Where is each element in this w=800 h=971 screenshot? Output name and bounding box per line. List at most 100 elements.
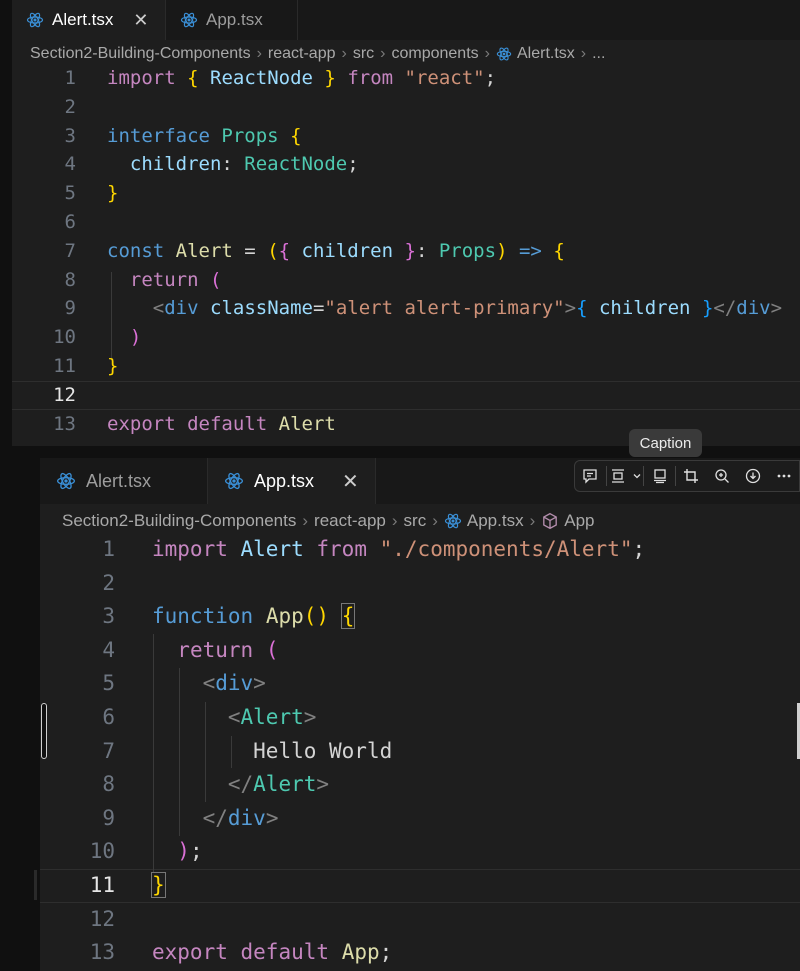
- chevron-right-icon: ›: [391, 511, 398, 530]
- crop-icon[interactable]: [676, 461, 707, 491]
- code-text: import Alert from "./components/Alert";: [152, 537, 646, 561]
- chevron-right-icon: ›: [380, 45, 386, 62]
- react-icon: [224, 471, 244, 491]
- code-text: <div>: [202, 671, 266, 696]
- line-number: 2: [64, 95, 76, 118]
- line-number: 12: [89, 906, 115, 931]
- code-text: export default App;: [152, 940, 393, 965]
- line-number: 3: [102, 604, 115, 629]
- line-number: 13: [89, 940, 115, 965]
- code-line[interactable]: 2: [40, 567, 800, 601]
- indent-guide: [205, 702, 206, 802]
- tab-label: App.tsx: [254, 470, 315, 491]
- code-area[interactable]: 1 import { ReactNode } from "react"; 2 3 i…: [12, 64, 800, 438]
- code-line-current[interactable]: 12: [12, 381, 800, 410]
- code-line[interactable]: 7 Hello World: [40, 735, 800, 769]
- scrollbar-handle[interactable]: [41, 703, 47, 759]
- code-line[interactable]: 7 const Alert = ({ children }: Props) => …: [12, 237, 800, 266]
- editor-app-tsx: Alert.tsx App.tsx ✕ Section2-Building-Co…: [40, 458, 800, 971]
- code-line[interactable]: 4 return (: [40, 634, 800, 668]
- tab-label: Alert.tsx: [86, 470, 152, 491]
- code-line[interactable]: 6: [12, 208, 800, 237]
- chevron-down-icon[interactable]: [630, 461, 643, 491]
- tab-app-tsx[interactable]: App.tsx: [166, 0, 298, 40]
- line-number: 4: [64, 153, 76, 176]
- line-number: 9: [64, 297, 76, 320]
- close-icon[interactable]: ✕: [133, 10, 148, 31]
- code-line[interactable]: 11}: [12, 352, 800, 381]
- code-line[interactable]: 10 ): [12, 323, 800, 352]
- caption-icon[interactable]: [644, 461, 675, 491]
- chevron-right-icon: ›: [302, 511, 309, 530]
- line-number: 8: [64, 268, 76, 291]
- zoom-in-icon[interactable]: [707, 461, 738, 491]
- code-text: interface Props {: [107, 124, 302, 147]
- chevron-right-icon: ›: [256, 45, 262, 62]
- code-line[interactable]: 5 <div>: [40, 667, 800, 701]
- code-line[interactable]: 10 );: [40, 835, 800, 869]
- code-line[interactable]: 5}: [12, 179, 800, 208]
- code-text: ): [129, 326, 142, 349]
- line-number: 6: [64, 210, 76, 233]
- code-line[interactable]: 1 import { ReactNode } from "react";: [12, 64, 800, 93]
- code-area[interactable]: 1 import Alert from "./components/Alert";…: [40, 533, 800, 970]
- line-number: 11: [89, 872, 115, 897]
- code-line[interactable]: 9 <div className="alert alert-primary">{…: [12, 294, 800, 323]
- chevron-right-icon: ›: [484, 45, 490, 62]
- tab-alert-tsx[interactable]: Alert.tsx ✕: [12, 0, 166, 40]
- caption-tooltip: Caption: [629, 429, 702, 457]
- gutter-edge: [34, 870, 37, 900]
- close-icon[interactable]: ✕: [342, 469, 359, 494]
- code-line[interactable]: 9 </div>: [40, 802, 800, 836]
- breadcrumb-item[interactable]: App.tsx: [467, 511, 524, 531]
- code-text: <div className="alert alert-primary">{ c…: [152, 297, 783, 320]
- breadcrumb-item[interactable]: Alert.tsx: [517, 45, 575, 63]
- line-number: 5: [64, 182, 76, 205]
- breadcrumb-item[interactable]: Section2-Building-Components: [30, 45, 251, 63]
- comment-icon[interactable]: [575, 461, 606, 491]
- line-number: 3: [64, 124, 76, 147]
- breadcrumb-item[interactable]: src: [404, 511, 427, 531]
- code-line[interactable]: 12: [40, 903, 800, 937]
- code-line[interactable]: 3 interface Props {: [12, 122, 800, 151]
- image-toolbar: [574, 460, 800, 492]
- chevron-right-icon: ›: [580, 45, 587, 62]
- react-icon: [26, 11, 44, 29]
- breadcrumb-item[interactable]: react-app: [314, 511, 386, 531]
- code-text: return (: [177, 637, 279, 662]
- code-text: Hello World: [253, 738, 393, 763]
- download-icon[interactable]: [738, 461, 769, 491]
- code-text: <Alert>: [227, 704, 317, 729]
- code-line[interactable]: 6 <Alert>: [40, 701, 800, 735]
- editor-alert-tsx: Alert.tsx ✕ App.tsx Section2-Building-Co…: [12, 0, 800, 446]
- code-line[interactable]: 8 return (: [12, 266, 800, 295]
- code-line[interactable]: 8 </Alert>: [40, 768, 800, 802]
- code-line-current[interactable]: 11}: [40, 869, 800, 903]
- code-line[interactable]: 3 function App() {: [40, 600, 800, 634]
- breadcrumb-item[interactable]: react-app: [268, 45, 336, 63]
- tab-app-tsx[interactable]: App.tsx ✕: [208, 458, 376, 504]
- indent-guide: [153, 634, 154, 872]
- react-icon: [496, 46, 512, 62]
- tab-alert-tsx[interactable]: Alert.tsx: [40, 458, 208, 504]
- line-number: 11: [53, 354, 76, 377]
- code-line[interactable]: 1 import Alert from "./components/Alert";: [40, 533, 800, 567]
- fit-icon[interactable]: [607, 461, 630, 491]
- line-number: 1: [64, 67, 76, 89]
- breadcrumb-item[interactable]: Section2-Building-Components: [62, 511, 296, 531]
- breadcrumb-item[interactable]: src: [353, 45, 374, 63]
- breadcrumb-item[interactable]: ...: [592, 45, 605, 63]
- code-line[interactable]: 13 export default App;: [40, 936, 800, 970]
- line-number: 1: [102, 537, 115, 561]
- breadcrumb-item[interactable]: App: [564, 511, 594, 531]
- line-number: 4: [102, 637, 115, 662]
- code-line[interactable]: 4 children: ReactNode;: [12, 150, 800, 179]
- code-line[interactable]: 2: [12, 93, 800, 122]
- react-icon: [56, 471, 76, 491]
- tab-bar: Alert.tsx ✕ App.tsx: [12, 0, 800, 40]
- indent-guide: [179, 668, 180, 836]
- chevron-right-icon: ›: [341, 45, 347, 62]
- breadcrumb: Section2-Building-Components › react-app…: [12, 42, 800, 66]
- more-icon[interactable]: [768, 461, 799, 491]
- breadcrumb-item[interactable]: components: [391, 45, 478, 63]
